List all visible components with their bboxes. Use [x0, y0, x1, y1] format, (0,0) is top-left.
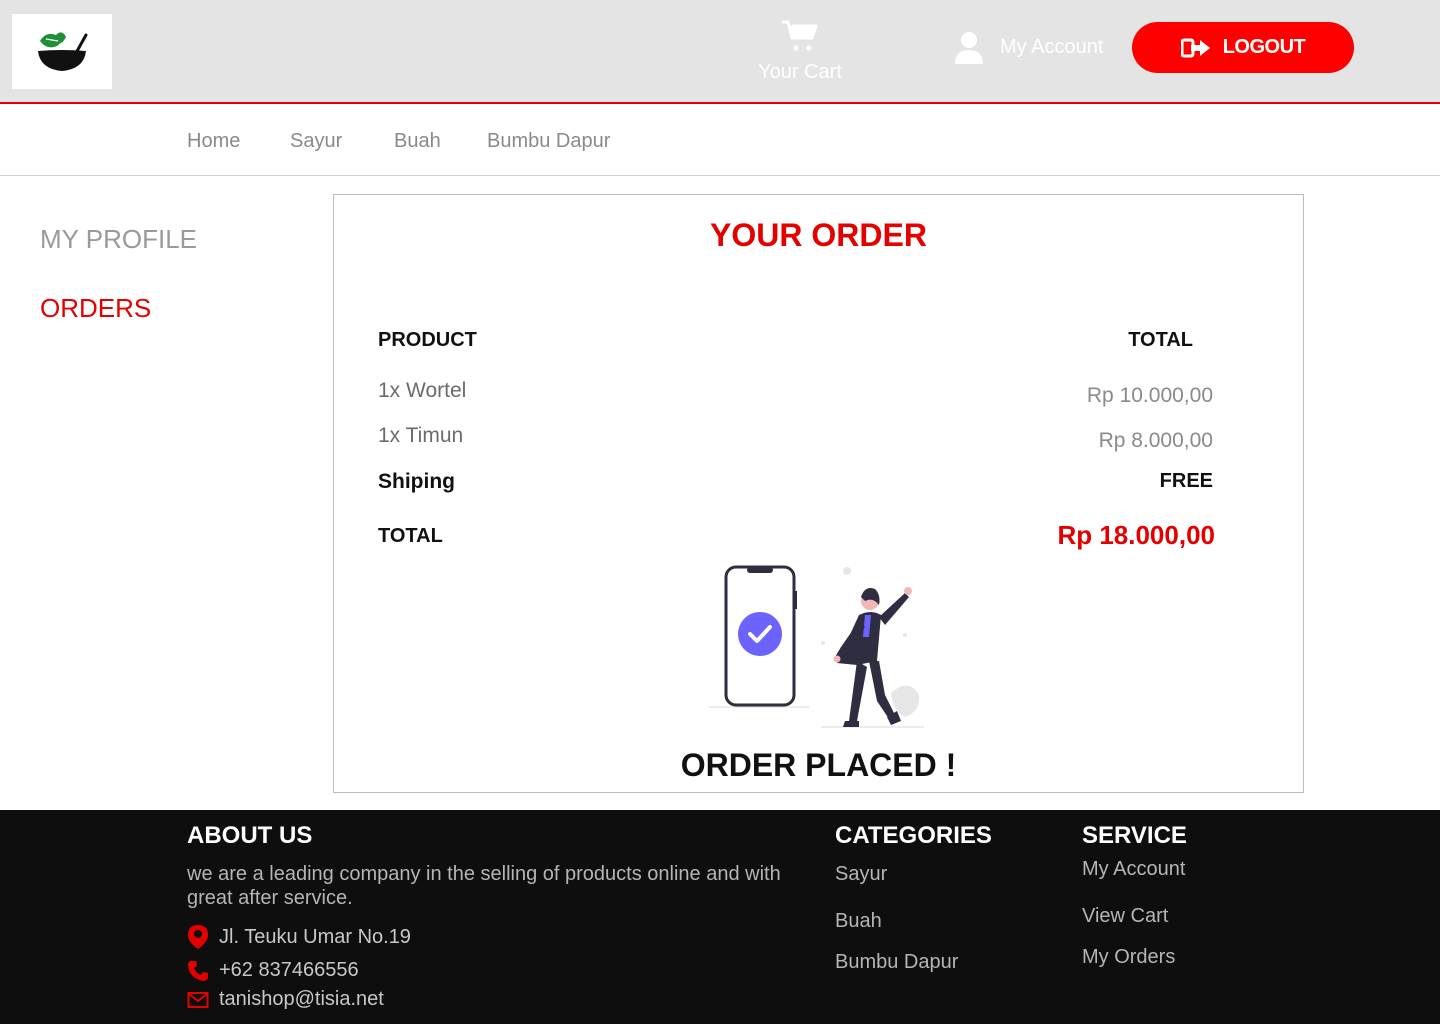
nav-item-home[interactable]: Home	[187, 130, 240, 153]
email-text: tanishop@tisia.net	[219, 988, 384, 1010]
phone: +62 837466556	[187, 959, 359, 982]
email: tanishop@tisia.net	[187, 988, 384, 1011]
cart-label: Your Cart	[758, 61, 842, 83]
phone-icon	[188, 960, 208, 981]
order-item-name: 1x Timun	[378, 424, 464, 447]
shipping-value: FREE	[1159, 470, 1213, 492]
logout-button[interactable]: LOGOUT	[1132, 22, 1354, 73]
footer-category-buah[interactable]: Buah	[835, 910, 882, 933]
footer-category-sayur[interactable]: Sayur	[835, 863, 887, 886]
logout-icon	[1180, 38, 1210, 57]
user-icon	[955, 32, 983, 64]
footer-service-my-account[interactable]: My Account	[1082, 858, 1185, 881]
footer: ABOUT US we are a leading company in the…	[0, 810, 1440, 1024]
mail-icon	[187, 991, 209, 1008]
salad-bowl-logo-icon	[38, 31, 88, 71]
nav-item-bumbu-dapur[interactable]: Bumbu Dapur	[487, 130, 610, 153]
product-column-header: PRODUCT	[378, 329, 477, 351]
phone-text: +62 837466556	[219, 959, 359, 981]
cart-icon	[782, 20, 818, 51]
address-text: Jl. Teuku Umar No.19	[219, 925, 411, 948]
main-nav: Home Sayur Buah Bumbu Dapur	[0, 106, 1440, 176]
order-placed-status: ORDER PLACED !	[680, 747, 957, 783]
order-item-price: Rp 8.000,00	[1098, 429, 1213, 452]
header: Your Cart My Account LOGOUT	[0, 0, 1440, 104]
account-link[interactable]: My Account	[954, 30, 1103, 64]
nav-item-buah[interactable]: Buah	[394, 130, 441, 153]
categories-heading: CATEGORIES	[835, 822, 992, 849]
address: Jl. Teuku Umar No.19	[187, 924, 411, 950]
footer-service-view-cart[interactable]: View Cart	[1082, 905, 1168, 928]
location-pin-icon	[188, 925, 208, 949]
order-item-name: 1x Wortel	[378, 379, 467, 402]
logo[interactable]	[12, 14, 112, 89]
sidebar-item-orders[interactable]: ORDERS	[40, 293, 151, 324]
account-label: My Account	[1000, 35, 1104, 58]
sidebar-item-my-profile[interactable]: MY PROFILE	[40, 224, 197, 255]
total-column-header: TOTAL	[1128, 329, 1193, 351]
service-heading: SERVICE	[1082, 822, 1187, 849]
footer-category-bumbu-dapur[interactable]: Bumbu Dapur	[835, 951, 958, 974]
order-panel: YOUR ORDER PRODUCT TOTAL 1x Wortel Rp 10…	[333, 194, 1304, 793]
logout-label: LOGOUT	[1222, 36, 1306, 58]
footer-service-my-orders[interactable]: My Orders	[1082, 946, 1175, 969]
total-label: TOTAL	[378, 525, 443, 547]
order-placed-illustration	[709, 565, 924, 728]
order-item-price: Rp 10.000,00	[1086, 384, 1213, 407]
shipping-label: Shiping	[378, 470, 455, 493]
cart-link[interactable]: Your Cart	[752, 18, 848, 84]
about-us-heading: ABOUT US	[187, 822, 313, 849]
order-title: YOUR ORDER	[710, 217, 927, 253]
total-value: Rp 18.000,00	[1057, 520, 1215, 550]
nav-item-sayur[interactable]: Sayur	[290, 130, 342, 153]
about-us-text: we are a leading company in the selling …	[187, 863, 781, 909]
